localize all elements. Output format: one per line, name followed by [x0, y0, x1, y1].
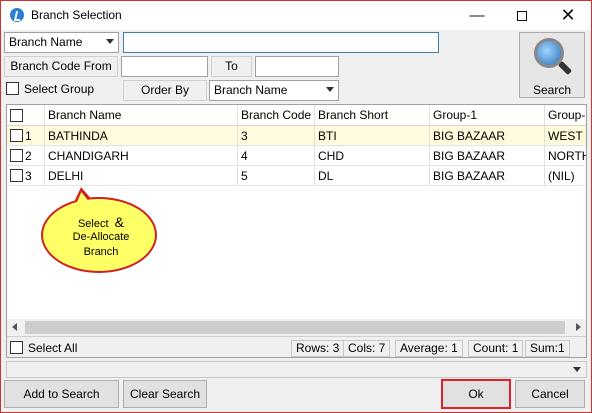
table-row[interactable]: 3 DELHI 5 DL BIG BAZAAR (NIL)	[7, 166, 586, 186]
header-row-number	[7, 105, 45, 125]
order-by-select-value: Branch Name	[214, 83, 288, 97]
code-from-label: Branch Code From	[4, 56, 118, 77]
cell-group-1: BIG BAZAAR	[430, 166, 545, 186]
row-number: 3	[22, 166, 45, 186]
add-to-search-button[interactable]: Add to Search	[4, 380, 119, 408]
close-button[interactable]: ✕	[546, 1, 590, 30]
status-rows: Rows: 3	[291, 340, 345, 357]
scroll-right-icon[interactable]	[576, 323, 581, 331]
status-count: Count: 1	[468, 340, 524, 357]
status-average: Average: 1	[395, 340, 463, 357]
cell-branch-name: CHANDIGARH	[45, 146, 238, 166]
code-to-input[interactable]	[255, 56, 339, 77]
status-sum: Sum:1	[525, 340, 570, 357]
chevron-down-icon	[106, 39, 114, 44]
branch-selection-window: Branch Selection — ✕ Branch Name Branch …	[0, 0, 592, 413]
grid-status-bar: Select All Rows: 3 Cols: 7 Average: 1 Co…	[7, 336, 586, 357]
expand-panel-bar[interactable]	[6, 361, 587, 378]
cell-group-2: NORTH	[548, 149, 587, 163]
select-group-label: Select Group	[24, 82, 95, 96]
table-row[interactable]: 1 BATHINDA 3 BTI BIG BAZAAR WEST	[7, 126, 586, 146]
cell-branch-name: DELHI	[45, 166, 238, 186]
order-by-label: Order By	[123, 80, 207, 101]
callout-amp: &	[114, 214, 125, 230]
ok-button[interactable]: Ok	[441, 379, 511, 409]
annotation-callout: Select & De-Allocate Branch	[41, 197, 157, 273]
cell-branch-code: 3	[238, 126, 315, 146]
callout-line-2: De-Allocate	[72, 231, 130, 243]
table-row[interactable]: 2 CHANDIGARH 4 CHD BIG BAZAAR NORTH	[7, 146, 586, 166]
row-number: 1	[22, 126, 45, 146]
cell-group-1: BIG BAZAAR	[430, 146, 545, 166]
search-field-select-value: Branch Name	[9, 35, 83, 49]
cell-branch-code: 4	[238, 146, 315, 166]
maximize-icon	[517, 11, 527, 22]
callout-select: Select	[77, 218, 109, 230]
callout-line-1: Select &	[43, 215, 159, 231]
cell-group-2: (NIL)	[548, 169, 575, 183]
scroll-left-icon[interactable]	[12, 323, 17, 331]
column-header-branch-name[interactable]: Branch Name	[45, 105, 238, 125]
app-icon	[10, 8, 24, 22]
cell-group-2: WEST	[548, 129, 583, 143]
maximize-button[interactable]	[500, 1, 544, 30]
cell-branch-name: BATHINDA	[45, 126, 238, 146]
search-input[interactable]	[123, 32, 439, 53]
order-by-select[interactable]: Branch Name	[209, 80, 339, 101]
row-number: 2	[22, 146, 45, 166]
column-header-group-1[interactable]: Group-1	[430, 105, 545, 125]
cell-branch-code: 5	[238, 166, 315, 186]
cell-branch-short: BTI	[315, 126, 430, 146]
minimize-button[interactable]: —	[455, 1, 499, 30]
callout-line-3: Branch	[83, 246, 119, 258]
cell-branch-short: CHD	[315, 146, 430, 166]
grid-header: Branch Name Branch Code Branch Short Gro…	[7, 105, 586, 126]
to-label: To	[211, 56, 252, 77]
search-field-select[interactable]: Branch Name	[4, 32, 119, 53]
column-header-group-2[interactable]: Group-	[545, 105, 586, 125]
callout-pointer-fill	[75, 191, 89, 203]
column-header-branch-code[interactable]: Branch Code	[238, 105, 315, 125]
clear-search-button[interactable]: Clear Search	[123, 380, 207, 408]
chevron-down-icon[interactable]	[573, 367, 581, 372]
cancel-button[interactable]: Cancel	[515, 380, 585, 408]
status-cols: Cols: 7	[343, 340, 391, 357]
cell-group-1: BIG BAZAAR	[430, 126, 545, 146]
cell-branch-short: DL	[315, 166, 430, 186]
search-button[interactable]: Search	[519, 32, 585, 98]
horizontal-scrollbar[interactable]	[7, 319, 586, 336]
chevron-down-icon	[326, 87, 334, 92]
title-bar: Branch Selection — ✕	[1, 1, 591, 30]
select-group-checkbox[interactable]	[6, 82, 19, 95]
code-from-input[interactable]	[121, 56, 208, 77]
scrollbar-thumb[interactable]	[25, 321, 565, 334]
window-title: Branch Selection	[31, 8, 122, 22]
select-all-label: Select All	[28, 341, 78, 355]
select-all-checkbox[interactable]	[10, 341, 23, 354]
magnifier-handle	[557, 60, 573, 76]
search-button-label: Search	[532, 83, 572, 97]
column-header-branch-short[interactable]: Branch Short	[315, 105, 430, 125]
